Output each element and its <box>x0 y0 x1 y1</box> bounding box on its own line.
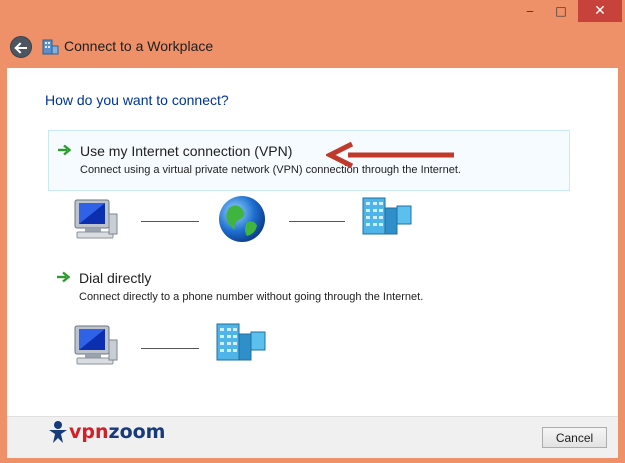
content-panel: How do you want to connect? Use my Inter… <box>7 68 618 416</box>
maximize-button[interactable]: □ <box>548 0 574 22</box>
green-arrow-icon <box>58 144 71 156</box>
computer-icon <box>74 199 118 239</box>
workplace-icon <box>42 39 59 55</box>
vpn-option[interactable]: Use my Internet connection (VPN) Connect… <box>48 130 570 191</box>
page-heading: How do you want to connect? <box>45 92 229 108</box>
title-bar: ‒ □ ✕ Connect to a Workplace <box>0 0 625 68</box>
dial-option[interactable]: Dial directly Connect directly to a phon… <box>48 264 570 310</box>
person-icon <box>49 421 67 443</box>
window-border <box>0 458 625 463</box>
footer-bar: vpnzoom Cancel <box>7 416 618 459</box>
vpnzoom-logo: vpnzoom <box>47 417 165 447</box>
annotation-arrow-icon <box>326 141 454 169</box>
minimize-button[interactable]: ‒ <box>517 0 543 22</box>
back-arrow-icon[interactable] <box>10 36 32 58</box>
connection-line <box>289 221 345 222</box>
dial-option-description: Connect directly to a phone number witho… <box>79 291 424 303</box>
green-arrow-icon <box>57 271 70 283</box>
globe-icon <box>219 196 265 242</box>
connection-line <box>141 348 199 349</box>
logo-text: vpnzoom <box>69 421 166 443</box>
dial-option-title: Dial directly <box>79 270 152 286</box>
cancel-button[interactable]: Cancel <box>542 427 607 448</box>
computer-icon <box>74 325 118 365</box>
server-building-icon <box>362 197 412 235</box>
close-button[interactable]: ✕ <box>578 0 622 22</box>
server-building-icon <box>216 323 266 361</box>
window-title: Connect to a Workplace <box>64 38 214 54</box>
vpn-option-title: Use my Internet connection (VPN) <box>80 143 293 159</box>
connection-line <box>141 221 199 222</box>
